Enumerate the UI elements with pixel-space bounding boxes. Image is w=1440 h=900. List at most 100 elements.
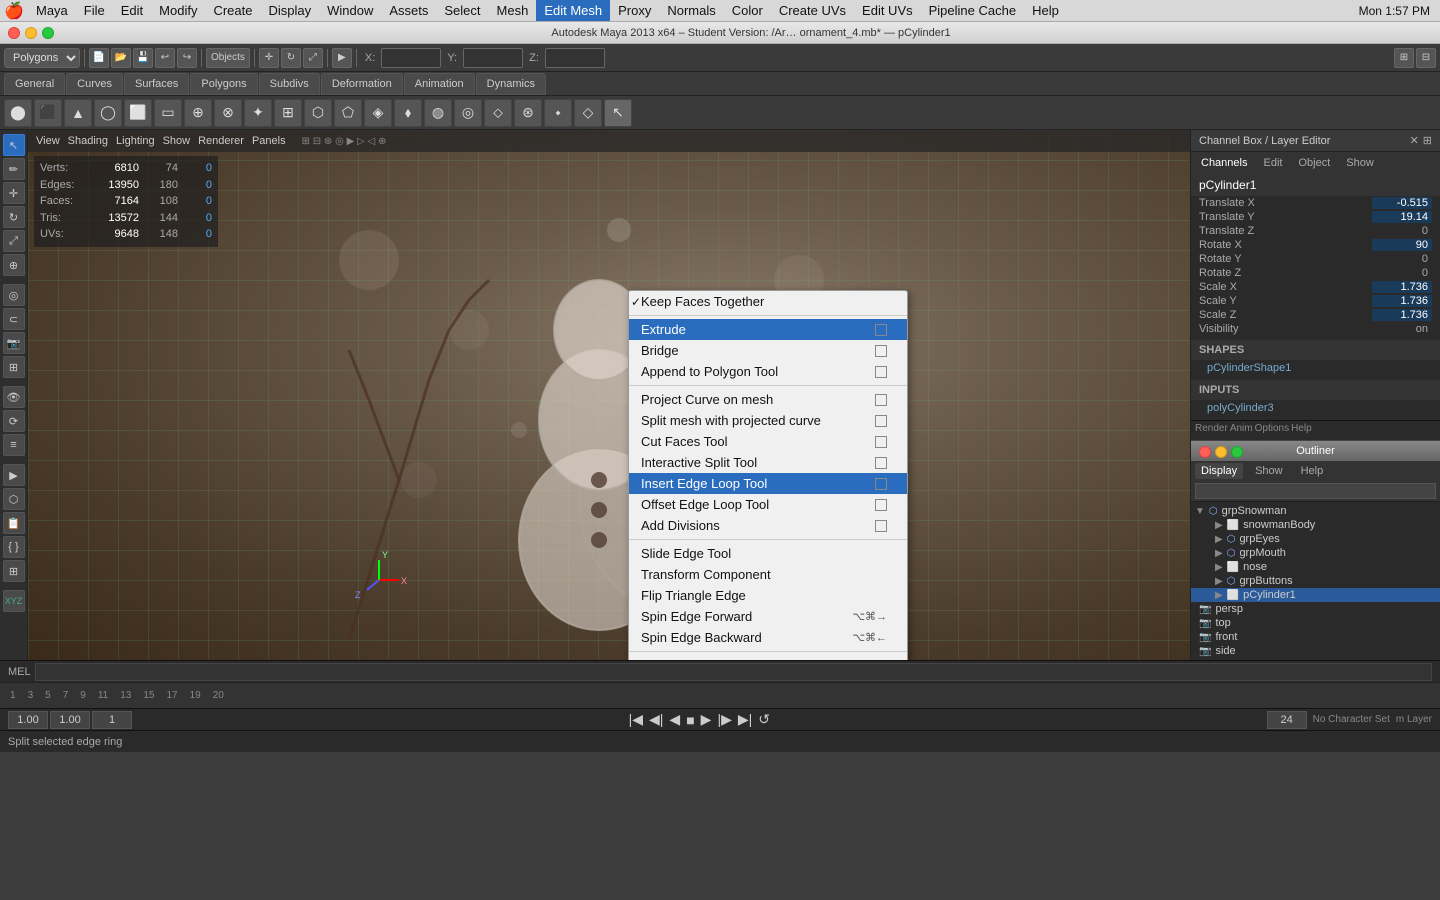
render-icon[interactable]: ▶	[332, 48, 352, 68]
menubar-modify[interactable]: Modify	[151, 0, 205, 21]
shelf-torus[interactable]: ◯	[94, 99, 122, 127]
shelf-tool-1[interactable]: ⊕	[184, 99, 212, 127]
shelf-sphere[interactable]: ⬤	[4, 99, 32, 127]
scale-tool[interactable]: ⤢	[3, 230, 25, 252]
menu-item[interactable]: Insert Edge Loop Tool	[629, 473, 907, 494]
channel-value[interactable]: 0	[1372, 267, 1432, 279]
vp-shading-menu[interactable]: Shading	[68, 135, 108, 147]
menubar-window[interactable]: Window	[319, 0, 381, 21]
menu-item[interactable]: Append to Polygon Tool	[629, 361, 907, 382]
history[interactable]: ⟳	[3, 410, 25, 432]
play-back-btn[interactable]: ◀	[667, 711, 682, 728]
x-field[interactable]	[381, 48, 441, 68]
right-tab-help2[interactable]: Help	[1291, 423, 1312, 434]
tree-row[interactable]: ▶⬡grpButtons	[1191, 574, 1440, 588]
menubar-help[interactable]: Help	[1024, 0, 1067, 21]
menubar-assets[interactable]: Assets	[381, 0, 436, 21]
stop-btn[interactable]: ■	[684, 712, 696, 728]
hypergraph[interactable]: ⬡	[3, 488, 25, 510]
tab-general[interactable]: General	[4, 73, 65, 95]
menu-options-box[interactable]	[875, 499, 887, 511]
menu-item[interactable]: Add Divisions	[629, 515, 907, 536]
shelf-tool-11[interactable]: ⬦	[484, 99, 512, 127]
menu-item[interactable]: Poke Face	[629, 655, 907, 660]
paint-tool[interactable]: ✏	[3, 158, 25, 180]
playback-start[interactable]	[8, 711, 48, 729]
tree-expand-arrow[interactable]: ▶	[1215, 520, 1223, 531]
outliner-minimize[interactable]	[1215, 446, 1227, 458]
tree-row[interactable]: 📷persp	[1191, 602, 1440, 616]
shelf-tool-8[interactable]: ⬧	[394, 99, 422, 127]
step-back-btn[interactable]: ◀|	[647, 711, 665, 728]
render-view[interactable]: ▶	[3, 464, 25, 486]
toolbar-icon-3[interactable]: 💾	[133, 48, 153, 68]
tab-deformation[interactable]: Deformation	[321, 73, 403, 95]
tree-row[interactable]: ▼⬡grpSnowman	[1191, 504, 1440, 518]
menu-options-box[interactable]	[875, 366, 887, 378]
cb-expand-icon[interactable]: ⊞	[1423, 134, 1432, 147]
channel-value[interactable]: 1.736	[1372, 281, 1432, 293]
toolbar-icon-1[interactable]: 📄	[89, 48, 109, 68]
menubar-select[interactable]: Select	[436, 0, 488, 21]
tree-expand-arrow[interactable]: ▶	[1215, 534, 1223, 545]
outliner-search-input[interactable]	[1195, 483, 1436, 499]
move-tool[interactable]: ✛	[3, 182, 25, 204]
tab-surfaces[interactable]: Surfaces	[124, 73, 189, 95]
step-fwd-btn[interactable]: |▶	[715, 711, 733, 728]
right-tab-render[interactable]: Render	[1195, 423, 1228, 434]
tree-expand-arrow[interactable]: ▼	[1195, 506, 1205, 517]
play-fwd-btn[interactable]: ▶	[699, 711, 714, 728]
menubar-edituvs[interactable]: Edit UVs	[854, 0, 921, 21]
cb-tab-object[interactable]: Object	[1294, 155, 1334, 171]
objects-button[interactable]: Objects	[206, 48, 250, 68]
minimize-button[interactable]	[25, 27, 37, 39]
menu-item[interactable]: Extrude	[629, 319, 907, 340]
lasso-tool[interactable]: ⊂	[3, 308, 25, 330]
shelf-tool-9[interactable]: ◍	[424, 99, 452, 127]
menubar-createuvs[interactable]: Create UVs	[771, 0, 854, 21]
menubar-display[interactable]: Display	[260, 0, 319, 21]
menu-options-box[interactable]	[875, 345, 887, 357]
menubar-file[interactable]: File	[76, 0, 113, 21]
scale-icon[interactable]: ⤢	[303, 48, 323, 68]
tree-expand-arrow[interactable]: ▶	[1215, 576, 1223, 587]
right-tab-anim[interactable]: Anim	[1230, 423, 1253, 434]
tree-row[interactable]: 📷side	[1191, 644, 1440, 658]
tree-expand-arrow[interactable]: ▶	[1215, 548, 1223, 559]
layout-icon-1[interactable]: ⊞	[1394, 48, 1414, 68]
select-tool[interactable]: ↖	[3, 134, 25, 156]
shelf-tool-13[interactable]: ⬩	[544, 99, 572, 127]
tree-row[interactable]: ▶⬡grpMouth	[1191, 546, 1440, 560]
playback-frame[interactable]	[92, 711, 132, 729]
shelf-tool-5[interactable]: ⬡	[304, 99, 332, 127]
menu-options-box[interactable]	[875, 394, 887, 406]
shelf-tool-4[interactable]: ⊞	[274, 99, 302, 127]
shelf-cone[interactable]: ▲	[64, 99, 92, 127]
tree-expand-arrow[interactable]: ▶	[1215, 562, 1223, 573]
right-tab-options[interactable]: Options	[1255, 423, 1289, 434]
mel-input[interactable]	[35, 663, 1432, 681]
menu-options-box[interactable]	[875, 415, 887, 427]
cb-tab-show[interactable]: Show	[1342, 155, 1378, 171]
channel-value[interactable]: on	[1372, 323, 1432, 335]
shapes-item[interactable]: pCylinderShape1	[1191, 360, 1440, 376]
toolbar-icon-5[interactable]: ↪	[177, 48, 197, 68]
channel-value[interactable]: -0.515	[1372, 197, 1432, 209]
soft-sel-tool[interactable]: ◎	[3, 284, 25, 306]
vp-lighting-menu[interactable]: Lighting	[116, 135, 155, 147]
shelf-select-tool[interactable]: ↖	[604, 99, 632, 127]
menu-options-box[interactable]	[875, 478, 887, 490]
menubar-color[interactable]: Color	[724, 0, 771, 21]
tab-polygons[interactable]: Polygons	[190, 73, 257, 95]
vp-view-menu[interactable]: View	[36, 135, 60, 147]
channel-value[interactable]: 0	[1372, 253, 1432, 265]
viewport[interactable]: View Shading Lighting Show Renderer Pane…	[28, 130, 1190, 660]
menubar-maya[interactable]: Maya	[28, 0, 76, 21]
toolbar-icon-4[interactable]: ↩	[155, 48, 175, 68]
attr-editor[interactable]: ≡	[3, 434, 25, 456]
menu-item[interactable]: Flip Triangle Edge	[629, 585, 907, 606]
universal-tool[interactable]: ⊕	[3, 254, 25, 276]
tree-expand-arrow[interactable]: ▶	[1215, 590, 1223, 601]
show-hide[interactable]: 👁	[3, 386, 25, 408]
rotate-icon[interactable]: ↻	[281, 48, 301, 68]
